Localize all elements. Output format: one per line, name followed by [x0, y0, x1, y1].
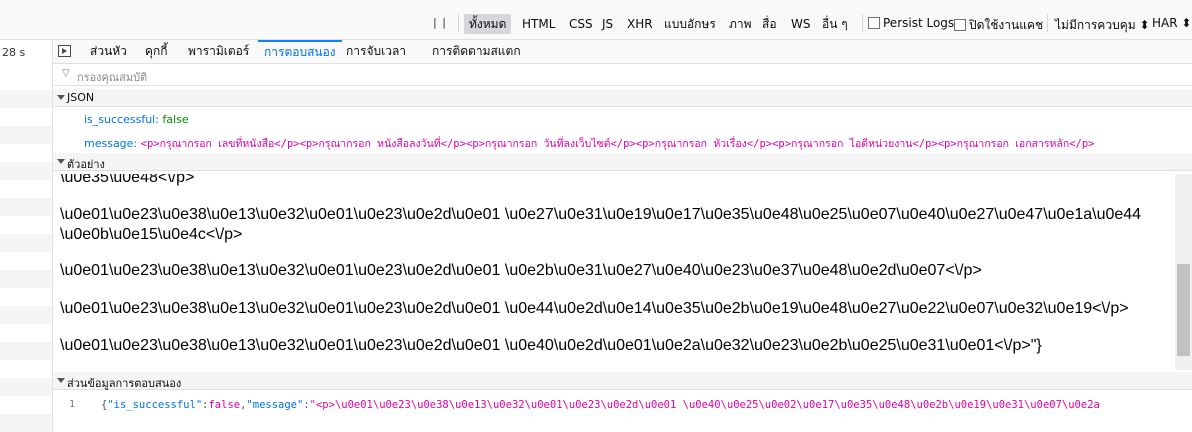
filter-icon: ▽: [62, 68, 70, 79]
toolbar-divider: [458, 14, 459, 32]
filter-ws-button[interactable]: WS: [786, 14, 815, 34]
filter-media-button[interactable]: สื่อ: [757, 14, 782, 34]
preview-scrollbar[interactable]: [1175, 174, 1192, 370]
json-section-header[interactable]: JSON: [53, 89, 1192, 107]
request-row[interactable]: [0, 234, 52, 252]
collapse-arrow-icon: [57, 95, 65, 100]
filter-images-button[interactable]: ภาพ: [724, 14, 757, 34]
request-time: 28 s: [2, 46, 26, 59]
filter-fonts-button[interactable]: แบบอักษร: [659, 14, 721, 34]
har-menu-button[interactable]: HAR ⬍: [1152, 16, 1191, 30]
code-key: "message": [246, 399, 304, 411]
json-value: false: [162, 113, 189, 126]
throttling-select[interactable]: ไม่มีการควบคุม ⬍: [1055, 16, 1150, 35]
json-row-is-successful: is_successful: false: [84, 113, 189, 126]
code-value: false: [208, 399, 241, 411]
checkbox-box[interactable]: [868, 17, 880, 29]
scrollbar-thumb[interactable]: [1177, 264, 1190, 356]
tab-headers[interactable]: ส่วนหัว: [84, 40, 133, 64]
filter-other-button[interactable]: อื่น ๆ: [817, 14, 853, 34]
filter-all-button[interactable]: ทั้งหมด: [464, 14, 512, 34]
filter-html-button[interactable]: HTML: [517, 14, 560, 34]
persist-logs-checkbox[interactable]: Persist Logs: [868, 16, 954, 30]
preview-section-header[interactable]: ตัวอย่าง: [53, 153, 1192, 171]
toolbar-divider: [1047, 14, 1048, 32]
line-gutter: 1: [53, 390, 93, 432]
request-row[interactable]: [0, 90, 52, 108]
persist-logs-label: Persist Logs: [883, 16, 955, 30]
preview-line: \u0e01\u0e23\u0e38\u0e13\u0e32\u0e01\u0e…: [60, 262, 982, 279]
json-value: <p>กรุณากรอก เลขที่หนังสือ</p><p>กรุณากร…: [140, 138, 1095, 150]
line-number: 1: [69, 399, 76, 410]
payload-section-header[interactable]: ส่วนข้อมูลการตอบสนอง: [53, 372, 1192, 390]
request-row[interactable]: [0, 378, 52, 396]
request-row[interactable]: [0, 126, 52, 144]
request-row[interactable]: [0, 162, 52, 180]
json-row-message: message: <p>กรุณากรอก เลขที่หนังสือ</p><…: [84, 135, 1095, 152]
preview-line: \u0e0b\u0e15\u0e4c<\/p>: [60, 226, 243, 243]
json-key: is_successful:: [84, 113, 159, 126]
preview-content: \u0e35\u0e48<\/p> \u0e01\u0e23\u0e38\u0e…: [53, 174, 1175, 370]
pause-button[interactable]: | |: [433, 16, 447, 29]
request-row[interactable]: [0, 270, 52, 288]
preview-line: \u0e01\u0e23\u0e38\u0e13\u0e32\u0e01\u0e…: [60, 337, 1042, 354]
section-title: JSON: [67, 91, 95, 104]
collapse-arrow-icon: [57, 378, 65, 383]
toolbar-divider: [862, 14, 863, 32]
details-tab-bar: ส่วนหัว คุกกี้ พารามิเตอร์ การตอบสนอง กา…: [53, 40, 1192, 64]
filter-properties-input[interactable]: กรองคุณสมบัติ: [77, 68, 147, 86]
payload-code-line: {"is_successful":false,"message":"<p>\u0…: [101, 399, 1100, 411]
preview-line: \u0e35\u0e48<\/p>: [60, 174, 195, 186]
json-key: message:: [84, 137, 138, 150]
collapse-arrow-icon: [57, 159, 65, 164]
filter-xhr-button[interactable]: XHR: [622, 14, 658, 34]
disable-cache-label: ปิดใช้งานแคช: [969, 18, 1044, 32]
tab-cookies[interactable]: คุกกี้: [139, 40, 174, 64]
filter-css-button[interactable]: CSS: [564, 14, 598, 34]
tab-timings[interactable]: การจับเวลา: [340, 40, 412, 64]
preview-line: \u0e01\u0e23\u0e38\u0e13\u0e32\u0e01\u0e…: [60, 206, 1142, 223]
request-row[interactable]: [0, 342, 52, 360]
section-title: ตัวอย่าง: [67, 158, 105, 171]
toggle-sidebar-icon[interactable]: [58, 45, 71, 57]
preview-line: \u0e01\u0e23\u0e38\u0e13\u0e32\u0e01\u0e…: [60, 300, 1129, 317]
response-payload-editor[interactable]: 1 {"is_successful":false,"message":"<p>\…: [53, 390, 1192, 432]
tab-response[interactable]: การตอบสนอง: [258, 40, 342, 64]
tab-params[interactable]: พารามิเตอร์: [182, 40, 255, 64]
code-key: "is_successful": [107, 399, 203, 411]
filter-properties-bar[interactable]: ▽ กรองคุณสมบัติ: [53, 64, 1192, 86]
network-filter-toolbar: | | ทั้งหมด HTML CSS JS XHR แบบอักษร ภาพ…: [0, 0, 1192, 40]
request-row[interactable]: [0, 198, 52, 216]
request-row[interactable]: [0, 414, 52, 432]
disable-cache-checkbox[interactable]: ปิดใช้งานแคช: [954, 16, 1043, 35]
request-list-column: 28 s: [0, 40, 53, 432]
tab-stack-trace[interactable]: การติดตามสแตก: [426, 40, 527, 64]
filter-js-button[interactable]: JS: [597, 14, 618, 34]
code-value: "<p>\u0e01\u0e23\u0e38\u0e13\u0e32\u0e01…: [309, 399, 1100, 411]
checkbox-box[interactable]: [954, 19, 966, 31]
request-row[interactable]: [0, 306, 52, 324]
